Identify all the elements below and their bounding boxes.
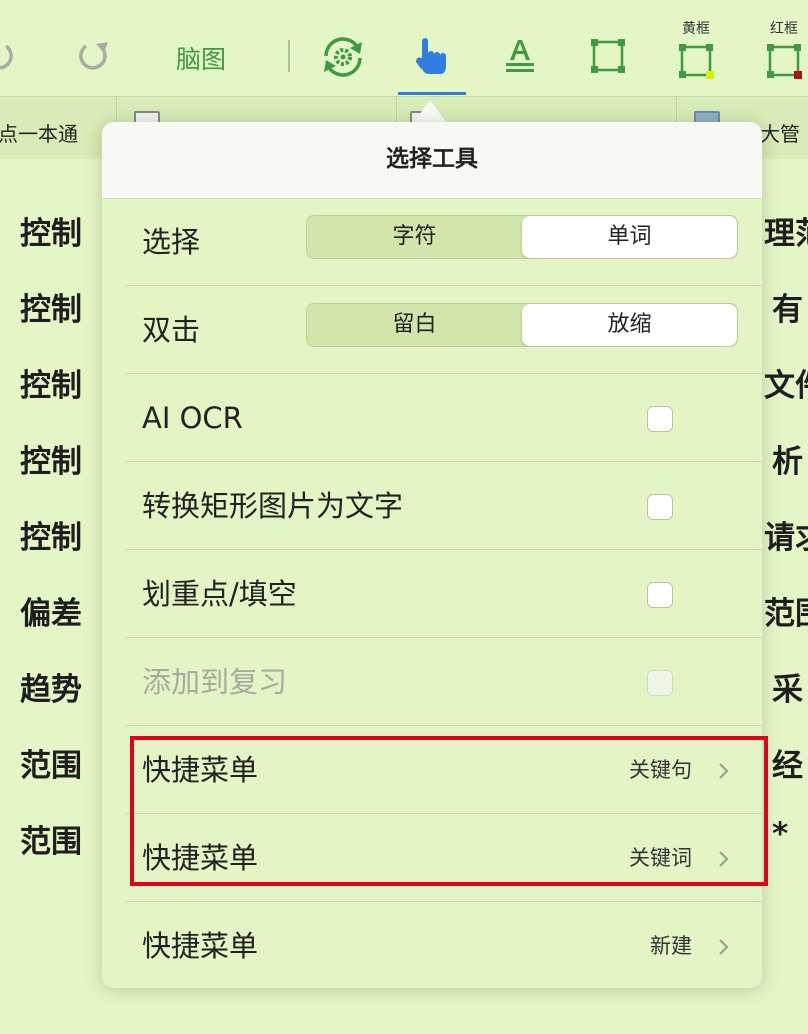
chevron-right-icon <box>719 851 729 867</box>
chevron-right-icon <box>719 763 729 779</box>
highlight-cloze-row[interactable]: 划重点/填空 <box>102 550 762 638</box>
tab-label: 点一本通 <box>0 122 78 146</box>
yellow-frame-label: 黄框 <box>682 21 710 37</box>
quick-menu-row-key-sentence[interactable]: 快捷菜单 关键句 <box>102 726 762 814</box>
popover-arrow <box>414 100 446 122</box>
row-label: 添加到复习 <box>142 665 288 699</box>
tab-1[interactable]: 点一本通 <box>0 97 117 159</box>
content-line: 趋势 <box>20 672 82 708</box>
ai-ocr-checkbox[interactable] <box>647 406 673 432</box>
double-tap-row: 双击 留白 放缩 <box>102 286 762 374</box>
content-line-right: 经 <box>772 748 803 784</box>
content-line: 控制 <box>20 444 82 480</box>
highlight-cloze-checkbox[interactable] <box>647 582 673 608</box>
yellow-frame-icon <box>679 44 714 79</box>
row-label: 转换矩形图片为文字 <box>142 489 404 523</box>
ai-ocr-row[interactable]: AI OCR <box>102 374 762 462</box>
row-label: 选择 <box>142 225 201 259</box>
content-line: 控制 <box>20 292 82 328</box>
red-frame-label: 红框 <box>770 21 798 37</box>
double-tap-segmented: 留白 放缩 <box>306 303 738 347</box>
add-to-review-row: 添加到复习 <box>102 638 762 726</box>
row-label: 划重点/填空 <box>142 577 297 611</box>
content-line: 控制 <box>20 520 82 556</box>
content-line: 控制 <box>20 368 82 404</box>
red-frame-button[interactable]: 红框 <box>764 18 804 85</box>
row-value: 关键词 <box>629 846 692 870</box>
rectangle-select-icon[interactable] <box>588 36 628 80</box>
active-tool-indicator <box>398 92 466 95</box>
convert-image-text-row[interactable]: 转换矩形图片为文字 <box>102 462 762 550</box>
segment-word[interactable]: 单词 <box>522 216 737 258</box>
add-to-review-checkbox <box>647 670 673 696</box>
row-label: 快捷菜单 <box>142 929 259 963</box>
content-line-right: 采 <box>772 672 803 708</box>
content-line: 范围 <box>20 824 82 860</box>
select-mode-row: 选择 字符 单词 <box>102 198 762 286</box>
red-frame-icon <box>767 44 802 79</box>
top-toolbar: 脑图 黄框 红框 <box>0 0 808 96</box>
text-underline-icon[interactable] <box>500 36 540 80</box>
segment-zoom[interactable]: 放缩 <box>522 304 737 346</box>
redo-icon[interactable] <box>74 36 114 80</box>
quick-menu-row-keyword[interactable]: 快捷菜单 关键词 <box>102 814 762 902</box>
select-mode-segmented: 字符 单词 <box>306 215 738 259</box>
content-line-right: 请求 <box>764 520 808 556</box>
sync-gear-icon[interactable] <box>318 32 368 86</box>
tab-label: 大管 <box>760 122 800 146</box>
chevron-right-icon <box>719 939 729 955</box>
row-value: 关键句 <box>629 758 692 782</box>
row-value: 新建 <box>650 934 692 958</box>
segment-character[interactable]: 字符 <box>307 216 522 258</box>
row-label: 双击 <box>142 313 201 347</box>
row-label: 快捷菜单 <box>142 753 259 787</box>
convert-image-text-checkbox[interactable] <box>647 494 673 520</box>
content-line: 控制 <box>20 216 82 252</box>
content-line-right: 有 <box>772 292 803 328</box>
content-line: 偏差 <box>20 596 82 632</box>
hand-pointer-icon[interactable] <box>412 36 452 80</box>
select-tool-popover: 选择工具 选择 字符 单词 双击 留白 放缩 AI OCR 转换矩形图片为文字 … <box>102 122 762 988</box>
content-line: 范围 <box>20 748 82 784</box>
content-line-right: 析 <box>772 444 803 480</box>
content-line-right: 文件 <box>764 368 808 404</box>
toolbar-separator <box>288 40 290 72</box>
yellow-frame-button[interactable]: 黄框 <box>676 18 716 85</box>
popover-title: 选择工具 <box>102 122 762 199</box>
content-line-right: 范围 <box>764 596 808 632</box>
mindmap-button[interactable]: 脑图 <box>176 40 226 76</box>
segment-margin[interactable]: 留白 <box>307 304 522 346</box>
row-label: 快捷菜单 <box>142 841 259 875</box>
content-line-right: * <box>772 816 789 852</box>
content-line-right: 理范 <box>764 216 808 252</box>
undo-icon[interactable] <box>0 36 18 80</box>
quick-menu-row-new[interactable]: 快捷菜单 新建 <box>102 902 762 990</box>
row-label: AI OCR <box>142 401 243 435</box>
